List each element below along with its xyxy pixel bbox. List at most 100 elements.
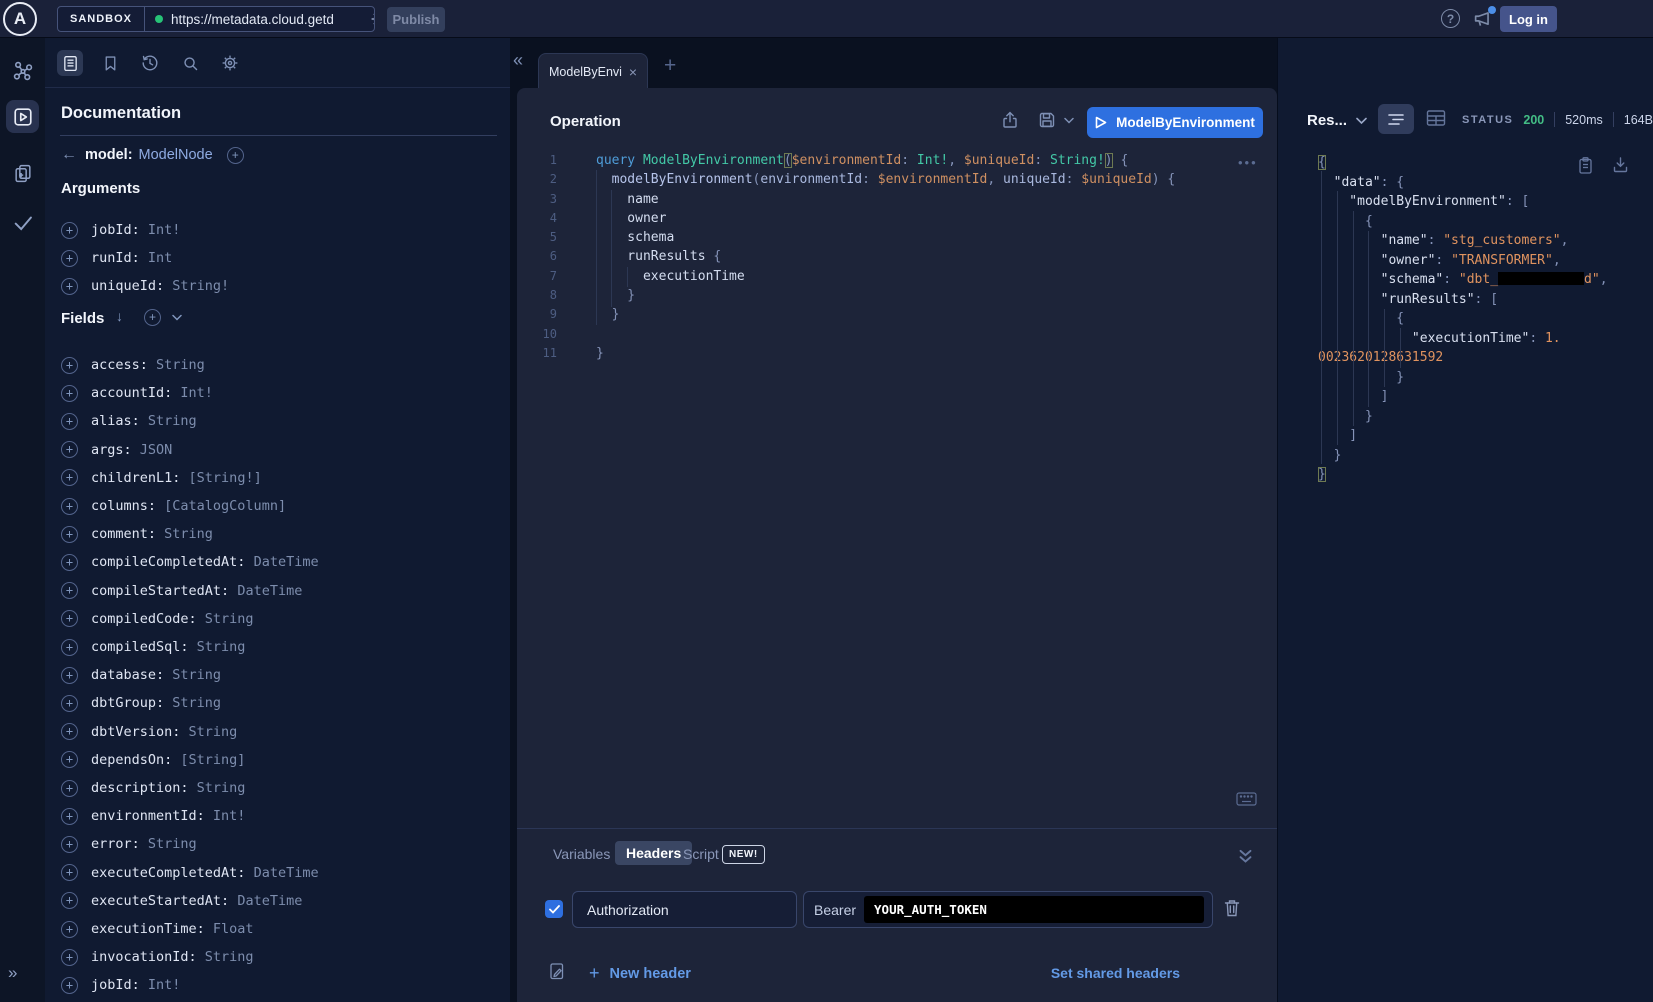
documentation-tab-icon[interactable] <box>57 50 83 76</box>
add-field-icon[interactable]: + <box>61 921 78 938</box>
table-view-toggle-icon[interactable] <box>1426 109 1446 127</box>
add-field-icon[interactable]: + <box>61 385 78 402</box>
doc-field-row[interactable]: +executeStartedAt: DateTime <box>61 887 302 915</box>
field-type-link[interactable]: JSON <box>140 442 173 458</box>
field-name-link[interactable]: dbtGroup: <box>91 695 172 711</box>
doc-field-row[interactable]: +compiledSql: String <box>61 633 245 661</box>
doc-field-row[interactable]: + compiledCode: String <box>61 605 254 633</box>
field-name-link[interactable]: access: <box>91 357 156 373</box>
add-field-icon[interactable]: + <box>61 751 78 768</box>
save-options-chevron-icon[interactable] <box>1064 117 1074 124</box>
add-field-icon[interactable]: + <box>61 667 78 684</box>
schema-graph-icon[interactable] <box>6 54 39 87</box>
add-field-icon[interactable]: + <box>227 147 244 164</box>
field-type-link[interactable]: Int! <box>148 977 181 993</box>
doc-field-row[interactable]: +description: String <box>61 774 245 802</box>
add-field-icon[interactable]: + <box>61 554 78 571</box>
field-name-link[interactable]: runId: <box>91 250 148 266</box>
doc-field-row[interactable]: +dbtVersion: String <box>61 718 237 746</box>
delete-header-icon[interactable] <box>1223 898 1241 918</box>
add-field-icon[interactable]: + <box>61 441 78 458</box>
field-type-link[interactable]: DateTime <box>254 865 319 881</box>
field-name-link[interactable]: accountId: <box>91 385 180 401</box>
add-field-icon[interactable]: + <box>61 498 78 515</box>
checks-icon[interactable] <box>6 206 39 239</box>
publish-button[interactable]: Publish <box>387 7 445 32</box>
expand-rail-icon[interactable]: » <box>8 963 17 983</box>
doc-field-row[interactable]: +compileStartedAt: DateTime <box>61 577 302 605</box>
doc-field-row[interactable]: +compileCompletedAt: DateTime <box>61 548 319 576</box>
doc-field-row[interactable]: + runId: Int <box>61 244 172 272</box>
add-field-icon[interactable]: + <box>61 526 78 543</box>
field-name-link[interactable]: dbtVersion: <box>91 724 189 740</box>
field-name-link[interactable]: compileStartedAt: <box>91 583 237 599</box>
field-name-link[interactable]: alias: <box>91 413 148 429</box>
search-icon[interactable] <box>177 50 203 76</box>
login-button[interactable]: Log in <box>1500 6 1557 32</box>
doc-field-row[interactable]: +childrenL1: [String!] <box>61 464 262 492</box>
field-type-link[interactable]: String <box>148 836 197 852</box>
field-type-link[interactable]: DateTime <box>237 583 302 599</box>
doc-field-row[interactable]: +executeCompletedAt: DateTime <box>61 859 319 887</box>
graphql-editor[interactable]: 1query ModelByEnvironment($environmentId… <box>517 151 1175 363</box>
doc-field-row[interactable]: +executionTime: Float <box>61 915 254 943</box>
add-field-icon[interactable]: + <box>61 610 78 627</box>
add-field-icon[interactable]: + <box>61 413 78 430</box>
help-icon[interactable]: ? <box>1441 9 1460 28</box>
collapse-panel-double-chevron-icon[interactable] <box>1238 849 1253 864</box>
collections-icon[interactable] <box>6 156 39 189</box>
raw-view-toggle-icon[interactable] <box>1378 104 1414 134</box>
add-field-icon[interactable]: + <box>61 357 78 374</box>
add-field-icon[interactable]: + <box>61 695 78 712</box>
close-tab-icon[interactable]: × <box>629 64 637 80</box>
add-field-icon[interactable]: + <box>61 250 78 267</box>
doc-field-row[interactable]: + args: JSON <box>61 436 172 464</box>
field-name-link[interactable]: childrenL1: <box>91 470 189 486</box>
tab-variables[interactable]: Variables <box>553 846 610 862</box>
explorer-settings-gear-icon[interactable] <box>217 50 243 76</box>
field-name-link[interactable]: columns: <box>91 498 164 514</box>
doc-field-row[interactable]: + columns: [CatalogColumn] <box>61 492 286 520</box>
add-field-icon[interactable]: + <box>61 808 78 825</box>
breadcrumb-type-link[interactable]: ModelNode <box>139 147 213 163</box>
edit-document-icon[interactable] <box>548 962 566 981</box>
field-name-link[interactable]: comment: <box>91 526 164 542</box>
doc-field-row[interactable]: +environmentId: Int! <box>61 802 245 830</box>
operation-tab[interactable]: ModelByEnvi... × <box>538 53 648 89</box>
doc-field-row[interactable]: +comment: String <box>61 520 213 548</box>
doc-field-row[interactable]: +jobId: Int! <box>61 216 180 244</box>
doc-field-row[interactable]: +dependsOn: [String] <box>61 746 245 774</box>
field-type-link[interactable]: Int! <box>148 222 181 238</box>
field-type-link[interactable]: Int <box>148 250 172 266</box>
field-name-link[interactable]: uniqueId: <box>91 278 172 294</box>
field-type-link[interactable]: [String!] <box>189 470 262 486</box>
field-name-link[interactable]: compiledCode: <box>91 611 205 627</box>
add-field-icon[interactable]: + <box>61 977 78 994</box>
doc-field-row[interactable]: +database: String <box>61 661 221 689</box>
field-name-link[interactable]: invocationId: <box>91 949 205 965</box>
fields-options-chevron-icon[interactable] <box>172 314 182 321</box>
save-operation-icon[interactable] <box>1038 111 1056 129</box>
field-name-link[interactable]: description: <box>91 780 197 796</box>
response-dropdown[interactable]: Res... <box>1307 112 1367 129</box>
doc-field-row[interactable]: +error: String <box>61 830 197 858</box>
field-type-link[interactable]: String! <box>172 278 229 294</box>
field-type-link[interactable]: [CatalogColumn] <box>164 498 286 514</box>
field-type-link[interactable]: DateTime <box>237 893 302 909</box>
field-name-link[interactable]: jobId: <box>91 222 148 238</box>
auth-token-field[interactable]: YOUR_AUTH_TOKEN <box>864 896 1204 923</box>
add-field-icon[interactable]: + <box>61 639 78 656</box>
header-value-input[interactable]: Bearer YOUR_AUTH_TOKEN <box>803 891 1213 928</box>
field-type-link[interactable]: Float <box>213 921 254 937</box>
field-type-link[interactable]: String <box>172 667 221 683</box>
field-type-link[interactable]: String <box>197 639 246 655</box>
field-type-link[interactable]: String <box>156 357 205 373</box>
explorer-nav-icon[interactable] <box>6 100 39 133</box>
field-name-link[interactable]: dependsOn: <box>91 752 180 768</box>
add-field-icon[interactable]: + <box>61 836 78 853</box>
field-name-link[interactable]: args: <box>91 442 140 458</box>
field-name-link[interactable]: executeCompletedAt: <box>91 865 254 881</box>
set-shared-headers-link[interactable]: Set shared headers <box>1050 965 1180 981</box>
field-type-link[interactable]: DateTime <box>254 554 319 570</box>
field-type-link[interactable]: String <box>205 611 254 627</box>
